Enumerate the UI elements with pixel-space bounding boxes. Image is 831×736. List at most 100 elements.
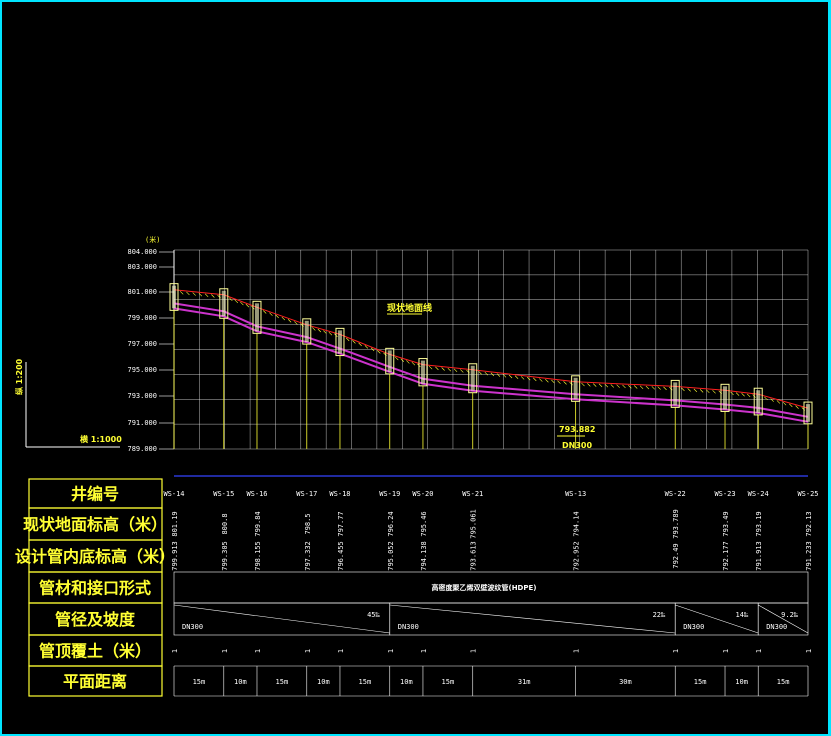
hatch-mark — [275, 314, 279, 319]
hatch-mark — [186, 291, 190, 296]
drawing-frame: (米) 纵 1:200 横 1:1000 804.000 803.000 801.0… — [0, 0, 831, 736]
hatch-mark — [735, 392, 740, 396]
hatch-mark — [795, 405, 799, 409]
hatch-mark — [406, 360, 410, 364]
hatch-mark — [441, 367, 445, 371]
invert-elev-value: 791.913 — [755, 541, 763, 571]
ground-elev-value: 799.84 — [254, 511, 262, 536]
distance-value: 15m — [442, 678, 455, 686]
hatch-mark — [520, 376, 525, 380]
segment-slope: 14‰ — [736, 611, 749, 619]
well-id: WS-19 — [379, 490, 400, 498]
invert-elev-value: 791.233 — [805, 541, 813, 571]
hatch-mark — [478, 371, 483, 375]
cover-value: 1 — [722, 649, 730, 653]
hatch-mark — [746, 393, 751, 398]
hatch-mark — [581, 382, 585, 387]
cover-value: 1 — [337, 649, 345, 653]
ground-elev-value: 797.77 — [337, 511, 345, 536]
hatch-mark — [539, 378, 543, 382]
segment-slope: 9.2‰ — [781, 611, 799, 619]
distance-value: 10m — [735, 678, 748, 686]
hatch-mark — [435, 366, 439, 371]
row-label-invert: 设计管内底标高（米） — [15, 547, 175, 566]
hatch-mark — [211, 294, 215, 298]
y-axis: 804.000 803.000 801.000 799.000 797.000 795.0… — [127, 248, 175, 453]
hatch-mark — [281, 316, 286, 321]
hatch-mark — [604, 383, 609, 388]
hatch-mark — [663, 386, 667, 391]
scale-vertical: 纵 1:200 — [14, 358, 24, 395]
segment-pipe: DN300 — [182, 623, 203, 631]
invert-elev-value: 792.952 — [573, 541, 581, 571]
ground-elev-value: 794.14 — [573, 511, 581, 536]
hatch-mark — [527, 376, 531, 381]
invert-elev-value: 798.155 — [254, 541, 262, 571]
cover-value: 1 — [805, 649, 813, 653]
hatch-mark — [192, 292, 196, 296]
material-text: 高密度聚乙烯双壁波纹管(HDPE) — [432, 583, 537, 592]
profile-drawing: (米) 纵 1:200 横 1:1000 804.000 803.000 801.0… — [14, 235, 819, 697]
ground-line-label: 现状地面线 — [387, 302, 432, 314]
hatch-mark — [628, 385, 632, 389]
invert-elev-value: 792.177 — [722, 541, 730, 571]
distance-value: 15m — [193, 678, 206, 686]
well-id: WS-25 — [797, 490, 818, 498]
well-id: WS-13 — [565, 490, 586, 498]
slope-diagonal — [389, 604, 676, 634]
well-id: WS-15 — [213, 490, 234, 498]
well-id: WS-21 — [462, 490, 483, 498]
hatch-mark — [651, 386, 656, 390]
well-id: WS-17 — [296, 490, 317, 498]
invert-elev-value: 795.052 — [387, 541, 395, 571]
cover-value: 1 — [387, 649, 395, 653]
cover-value: 1 — [304, 649, 312, 653]
row-label-well: 井编号 — [71, 485, 119, 504]
distance-value: 10m — [400, 678, 413, 686]
hatch-mark — [557, 380, 561, 384]
distance-value: 15m — [276, 678, 289, 686]
ground-elev-value: 793.789 — [672, 509, 680, 539]
y-unit-label: (米) — [145, 235, 160, 244]
manhole-body — [420, 360, 425, 384]
row-label-ground: 现状地面标高（米） — [23, 515, 167, 534]
hatch-mark — [639, 385, 644, 389]
hatch-mark — [460, 369, 464, 373]
hatch-mark — [616, 384, 620, 388]
scale-indicator: 纵 1:200 横 1:1000 — [14, 358, 122, 448]
segment-pipe: DN300 — [766, 623, 787, 631]
hatch-mark — [312, 327, 316, 331]
well-id: WS-18 — [329, 490, 350, 498]
hatch-mark — [687, 388, 691, 392]
row-label-dist: 平面距离 — [63, 672, 127, 691]
hatch-mark — [496, 373, 501, 377]
cover-value: 1 — [254, 649, 262, 653]
distance-value: 15m — [777, 678, 790, 686]
manhole-body — [387, 350, 392, 372]
ground-elev-value: 793.19 — [755, 511, 763, 536]
hatch-mark — [741, 393, 745, 397]
well-id: WS-24 — [748, 490, 769, 498]
pipe-invert-line — [173, 307, 809, 423]
manhole-body — [470, 365, 475, 391]
cover-value: 1 — [470, 649, 478, 653]
cover-value: 1 — [420, 649, 428, 653]
hatch-mark — [204, 293, 209, 298]
hatch-mark — [645, 385, 650, 390]
hatch-mark — [551, 379, 555, 384]
hatch-mark — [782, 401, 787, 406]
cover-value: 1 — [755, 649, 763, 653]
distance-value: 10m — [234, 678, 247, 686]
well-id: WS-14 — [163, 490, 184, 498]
y-tick-label: 789.000 — [127, 445, 157, 453]
hatch-mark — [287, 319, 292, 323]
hatch-mark — [657, 386, 661, 390]
hatch-mark — [598, 383, 603, 388]
hatch-mark — [634, 385, 638, 389]
cover-value: 1 — [221, 649, 229, 653]
scale-horizontal: 横 1:1000 — [80, 434, 122, 444]
segment-pipe: DN300 — [398, 623, 419, 631]
manhole-body — [254, 303, 259, 332]
pipe-top-line — [173, 302, 809, 418]
hatch-mark — [411, 361, 416, 366]
